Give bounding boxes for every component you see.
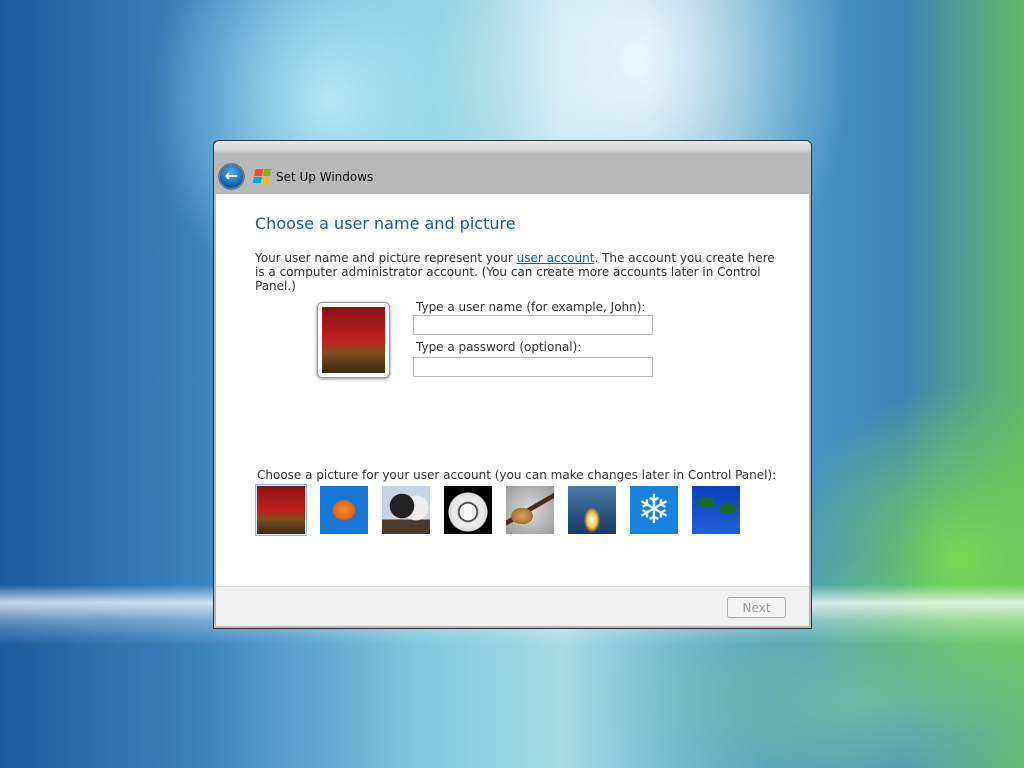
password-input[interactable] xyxy=(413,357,653,377)
description-text: Your user name and picture represent you… xyxy=(255,251,517,265)
setup-window: ← Set Up Windows Choose a user name and … xyxy=(213,140,812,629)
picture-space-shuttle[interactable] xyxy=(568,486,616,534)
page-heading: Choose a user name and picture xyxy=(255,214,516,233)
picture-soccer-ball[interactable] xyxy=(444,486,492,534)
windows-logo-icon xyxy=(252,169,272,183)
picture-chess[interactable] xyxy=(255,484,307,536)
description: Your user name and picture represent you… xyxy=(255,251,775,293)
title-bar: ← Set Up Windows xyxy=(214,141,811,194)
picture-guitar[interactable] xyxy=(506,486,554,534)
picture-fish[interactable] xyxy=(320,486,368,534)
picture-snowflake[interactable]: ❄ xyxy=(630,486,678,534)
back-button[interactable]: ← xyxy=(218,163,245,190)
username-label: Type a user name (for example, John): xyxy=(416,300,646,314)
selected-picture-preview xyxy=(317,302,390,378)
footer-bar: Next xyxy=(216,586,809,626)
picture-chooser-label: Choose a picture for your user account (… xyxy=(257,468,777,482)
snowflake-icon: ❄ xyxy=(637,487,671,533)
content-area: Choose a user name and picture Your user… xyxy=(216,194,809,586)
window-title: Set Up Windows xyxy=(276,170,374,184)
next-button[interactable]: Next xyxy=(727,597,786,618)
chess-picture xyxy=(322,307,385,373)
arrow-left-icon: ← xyxy=(224,166,239,185)
picture-horses[interactable] xyxy=(382,486,430,534)
password-label: Type a password (optional): xyxy=(416,340,582,354)
user-account-link[interactable]: user account xyxy=(517,251,595,265)
picture-palm-trees[interactable] xyxy=(692,486,740,534)
username-input[interactable] xyxy=(413,315,653,335)
